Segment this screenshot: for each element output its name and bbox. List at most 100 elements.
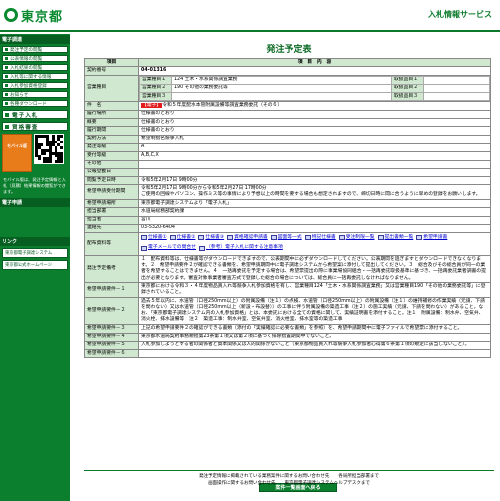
document-label: 受注制限一覧 <box>345 234 375 240</box>
mobile-description: モバイル版は、発注予定情報と入札（見積）結果情報の閲覧ができます。 <box>3 177 66 194</box>
sidebar-big-button[interactable]: 資格審査 <box>2 122 68 131</box>
table-row: 契約方法 希望制指名競争入札 <box>84 134 491 144</box>
sidebar-link[interactable]: 東京都公式ホームページ <box>2 260 68 270</box>
bullet-icon <box>5 66 8 69</box>
row-key: 契約番号 <box>84 66 139 76</box>
sidebar-item[interactable]: 公表情報の閲覧 <box>2 55 68 62</box>
document-icon <box>270 235 277 241</box>
document-icon <box>141 235 147 241</box>
table-row: 営業種目 営業種目１ 124 土木・水系関係調査業務 取扱品目１ 営業種目２ 190 その… <box>84 74 491 103</box>
row-value: 03-5320-6404 <box>138 223 491 234</box>
document-icon <box>338 235 345 241</box>
mobile-button[interactable]: モバイル版 <box>2 134 32 172</box>
table-row: 担当者 宮川 <box>84 215 491 225</box>
bullet-icon <box>5 124 9 129</box>
row-value: １ 配布資料等は、仕様書等がダウンロードできますので、公表期間中に必ずダウンロー… <box>138 255 491 284</box>
mobile-box: モバイル版 <box>2 134 68 172</box>
table-row: 担当部署 水道局総務部契約課 <box>84 207 491 217</box>
row-key: 契約方法 <box>84 134 139 144</box>
document-link[interactable]: 電子メールでの問合せ <box>141 244 196 252</box>
document-label: 仕様書③ <box>205 234 225 240</box>
row-value: 宮川 <box>138 215 491 225</box>
qr-code <box>34 134 64 164</box>
sidebar-menu-heading: 電子調達 <box>0 35 70 44</box>
sidebar-item[interactable]: 発注予定の閲覧 <box>2 46 68 53</box>
document-link[interactable]: 仕様書① <box>141 234 167 242</box>
bullet-icon <box>5 102 8 105</box>
sidebar-item[interactable]: 入札結果の閲覧 <box>2 64 68 71</box>
footer-line-2: 画面操作に関するお問い合わせ先 東京都電子調達システムヘルプデスクまで <box>208 481 370 486</box>
sidebar-link[interactable]: 東京都電子調達システム <box>2 248 68 258</box>
table-row: 概要 仕様書のとおり <box>84 118 491 128</box>
row-key: 連絡先 <box>84 223 139 234</box>
sidebar-link-heading: リンク <box>0 237 70 246</box>
row-key: 発注等級 <box>84 142 139 153</box>
sidebar-item-label: 公表情報の閲覧 <box>10 56 43 62</box>
sidebar-item-label: 入札結果の閲覧 <box>10 65 43 71</box>
row-value: 東京都電子調達システムより「電子入札」 <box>138 199 491 209</box>
document-link[interactable]: （参考）電子入札に関する注意事項 <box>198 244 283 252</box>
row-key: 希望申請要件－２ <box>84 297 139 326</box>
document-link[interactable]: 提出書類一覧 <box>377 234 413 242</box>
row-value: 東京都水道局契約事務規程第23条第１項又は第２項に基づく排除措置期間中でないこと… <box>138 332 491 342</box>
sidebar-big-label: 電子入札 <box>12 112 39 119</box>
document-link[interactable]: 受注制限一覧 <box>338 234 375 242</box>
row-key: 担当部署 <box>84 207 139 217</box>
service-title: 入札情報サービス <box>428 10 492 19</box>
row-value: 水道局総務部契約課 <box>138 207 491 217</box>
gyomu-value: 124 土木・水系関係調査業務 <box>171 76 392 85</box>
document-label: 仕様書① <box>148 234 167 240</box>
row-key: 営業種目 <box>84 74 139 103</box>
col-item: 項目 <box>84 57 139 68</box>
sidebar-item[interactable]: 各種ダウンロード <box>2 100 68 107</box>
sidebar-item-label: 入札参加資格登録 <box>10 83 47 89</box>
sidebar-item[interactable]: 入札参加資格登録 <box>2 82 68 89</box>
row-value: 仕様書のとおり <box>138 118 491 128</box>
table-row: 公報登載日 <box>84 167 491 178</box>
row-value: 04-01316 <box>138 66 491 76</box>
gyomu-value: 190 その他の業務委託等 <box>171 83 392 94</box>
row-value: 希望制指名競争入札 <box>138 134 491 144</box>
row-value: 入札参加しようとする者の関係者と資本関係又は人的関係がないこと（東京都物品買入れ… <box>138 340 491 351</box>
sidebar-big-button[interactable]: 電子入札 <box>2 110 68 119</box>
sidebar-item[interactable]: 入札等に関する情報 <box>2 73 68 80</box>
document-link[interactable]: 図面等一式 <box>270 234 302 242</box>
main-content: 発注予定表 項目 項 目 内 容 契約番号 04-01316 営業種目 営業種目１ 12… <box>84 34 494 492</box>
document-link[interactable]: 希望申請書 <box>416 234 447 242</box>
table-row: 希望申請受付期間 令和5年2月17日 9時00分から令和5年2月27日 17時00… <box>84 184 491 201</box>
row-value: 営業種目１ 124 土木・水系関係調査業務 取扱品目１ 営業種目２ 190 その他の業務… <box>138 74 491 103</box>
tokyo-logo[interactable]: 東京都 <box>4 6 63 25</box>
rank-label: 取扱品目３ <box>391 92 424 101</box>
row-value: 過去５年以内に、水道管（口径250mm以上）の附属設備（注１）の点検、水道管（口… <box>138 297 491 326</box>
row-value: 仕様書のとおり <box>138 109 491 120</box>
document-icon <box>227 235 234 241</box>
sidebar-item-label: 各種ダウンロード <box>10 101 47 107</box>
gyomu-value <box>171 92 392 101</box>
footer: 発注予定情報に掲載されている業務案件に関するお問い合わせ先 各局所担当部署まで … <box>84 470 494 492</box>
rank-value <box>423 76 490 85</box>
document-icon <box>416 235 423 241</box>
sidebar-item-label: 発注予定の閲覧 <box>10 47 43 53</box>
table-row: 希望申請要件－３ 上記の希望申請要件２の確認ができる書類（添付の「実績確認に必要な… <box>84 324 491 334</box>
gyomu-label: 営業種目３ <box>139 92 172 101</box>
bullet-icon <box>5 57 8 60</box>
sidebar-ext-heading: 電子申請 <box>0 198 70 207</box>
electronic-badge: 【電子】 <box>141 102 163 108</box>
row-key: 発注予定備考 <box>84 255 139 284</box>
rank-label: 取扱品目２ <box>391 83 424 94</box>
table-row: 件 名【電子】令和５年度配水本管附属設備等調査業務委託（その６） <box>84 101 491 111</box>
row-value: A <box>138 142 491 153</box>
table-row: 希望申請要件－４ 東京都水道局契約事務規程第23条第１項又は第２項に基づく排除措置… <box>84 332 491 342</box>
document-link[interactable]: 仕様書③ <box>198 234 224 242</box>
sidebar-item-label: 入札等に関する情報 <box>10 74 52 80</box>
sidebar-item[interactable]: お知らせ <box>2 91 68 98</box>
document-link[interactable]: 仕様書② <box>169 234 195 242</box>
mobile-label: モバイル版 <box>7 143 27 148</box>
row-value: 令和5年2月17日 9時00分 <box>138 176 491 186</box>
document-link[interactable]: 資格確認申請書 <box>227 234 268 242</box>
row-key: 配布資料等 <box>84 232 139 257</box>
sidebar-big-buttons: 電子入札資格審査 <box>0 110 70 131</box>
table-row: 希望申請要件－１ 東京都における令和３・４年度物品買入れ等競争入札参加資格を有し、… <box>84 282 491 299</box>
document-icon <box>377 235 384 241</box>
document-link[interactable]: 特記仕様書 <box>304 234 336 242</box>
